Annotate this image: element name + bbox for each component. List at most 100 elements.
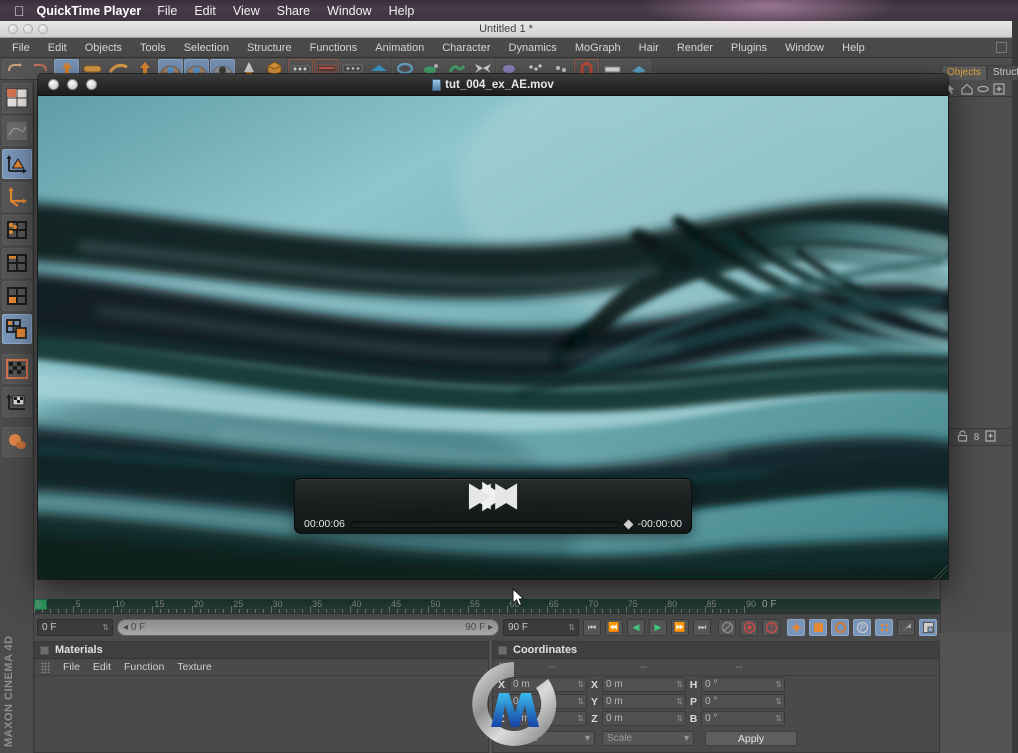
tool-icon-point-mode[interactable]	[1, 215, 32, 245]
materials-menu-texture[interactable]: Texture	[177, 661, 211, 673]
timeline-ruler[interactable]: 0 5 10 15 20 25 30 35 40 45 50 55 60 65 70 75 80 85 90 0 F	[34, 599, 940, 614]
go-to-start-icon[interactable]: ⏮	[583, 619, 601, 636]
materials-list-area[interactable]	[35, 676, 488, 753]
add-box-icon[interactable]	[993, 82, 1005, 95]
lock-icon[interactable]	[957, 429, 968, 445]
c4d-menu-functions[interactable]: Functions	[310, 42, 358, 54]
timeline-scrub-bar[interactable]: ◂ 0 F 90 F ▸	[117, 619, 499, 636]
c4d-menu-edit[interactable]: Edit	[48, 42, 67, 54]
c4d-menu-help[interactable]: Help	[842, 42, 865, 54]
mac-menu-edit[interactable]: Edit	[194, 4, 216, 18]
quicktime-title-bar[interactable]: tut_004_ex_AE.mov	[38, 74, 948, 96]
apple-icon[interactable]: 	[14, 4, 25, 18]
c4d-menu-structure[interactable]: Structure	[247, 42, 292, 54]
coord-system-dropdown[interactable]: World ▾	[507, 731, 595, 746]
ellipse-icon[interactable]	[977, 82, 989, 94]
tab-structure[interactable]: Structure	[986, 65, 1018, 80]
materials-menu-file[interactable]: File	[63, 661, 80, 673]
coord-label-pos-x: X	[497, 678, 505, 691]
c4d-title-bar[interactable]: Untitled 1 *	[0, 21, 1012, 38]
scale-mode-dropdown[interactable]: Scale ▾	[602, 731, 694, 746]
current-frame-value: 0 F	[42, 622, 57, 633]
timeline-tick	[523, 609, 525, 613]
tool-icon-texture-paint[interactable]	[1, 116, 32, 146]
tool-icon-viewport-solo[interactable]	[1, 427, 32, 457]
active-app-name[interactable]: QuickTime Player	[37, 4, 142, 18]
mac-menu-help[interactable]: Help	[389, 4, 415, 18]
timeline-end-frame-field[interactable]: 0 F	[762, 599, 776, 610]
stepper-icon-2[interactable]: ⇅	[568, 623, 575, 632]
apply-button[interactable]: Apply	[705, 731, 797, 746]
step-back-icon[interactable]: ⏪	[605, 619, 623, 636]
mac-menu-share[interactable]: Share	[277, 4, 310, 18]
c4d-menu-file[interactable]: File	[12, 42, 30, 54]
coord-input-rot-h[interactable]: 0 ° ⇅	[701, 677, 785, 692]
tool-icon-texture-axis[interactable]	[1, 387, 32, 417]
c4d-menu-window[interactable]: Window	[785, 42, 824, 54]
current-frame-field[interactable]: 0 F ⇅	[37, 619, 113, 636]
play-back-icon[interactable]: ◀	[627, 619, 645, 636]
c4d-menu-tools[interactable]: Tools	[140, 42, 166, 54]
position-key-icon[interactable]	[787, 619, 805, 636]
coord-input-size-x[interactable]: 0 m ⇅	[602, 677, 686, 692]
drag-grip-icon-2[interactable]	[499, 661, 508, 673]
coord-input-pos-x[interactable]: 0 m ⇅	[509, 677, 587, 692]
tool-icon-layout-grid[interactable]	[1, 83, 32, 113]
window-resize-handle[interactable]	[934, 565, 948, 579]
timeline-tick	[357, 609, 359, 613]
play-forward-icon[interactable]: ▶	[649, 619, 667, 636]
tool-icon-rotate-axis[interactable]	[1, 182, 32, 212]
playback-progress-bar[interactable]	[350, 520, 619, 528]
c4d-menu-objects[interactable]: Objects	[85, 42, 122, 54]
home-icon[interactable]	[961, 82, 973, 95]
coord-input-rot-b[interactable]: 0 ° ⇅	[701, 711, 785, 726]
panel-collapse-icon[interactable]	[40, 645, 49, 655]
c4d-menu-character[interactable]: Character	[442, 42, 490, 54]
stepper-icon[interactable]: ⇅	[102, 623, 109, 632]
toolbar-icon-undo[interactable]	[2, 58, 27, 79]
parameter-key-icon[interactable]: P	[853, 619, 871, 636]
tool-icon-object-axis[interactable]	[1, 314, 32, 344]
c4d-menu-animation[interactable]: Animation	[375, 42, 424, 54]
timeline-tick	[325, 609, 327, 613]
c4d-timeline: 0 5 10 15 20 25 30 35 40 45 50 55 60 65 70 75 80 85 90 0 F …	[34, 599, 940, 641]
point-key-icon[interactable]	[875, 619, 893, 636]
coord-input-size-z[interactable]: 0 m ⇅	[602, 711, 686, 726]
c4d-menu-selection[interactable]: Selection	[184, 42, 229, 54]
c4d-menu-render[interactable]: Render	[677, 42, 713, 54]
coord-input-pos-z[interactable]: 0 m ⇅	[509, 711, 587, 726]
go-to-end-icon[interactable]: ⏭	[693, 619, 711, 636]
record-selected-icon[interactable]: ?	[762, 619, 780, 636]
c4d-menu-plugins[interactable]: Plugins	[731, 42, 767, 54]
coord-input-pos-y[interactable]: 0 m ⇅	[509, 694, 587, 709]
tool-icon-edge-mode[interactable]	[1, 248, 32, 278]
record-icon[interactable]	[740, 619, 758, 636]
c4d-menu-hair[interactable]: Hair	[639, 42, 659, 54]
max-frame-field[interactable]: 90 F ⇅	[503, 619, 579, 636]
materials-menu-edit[interactable]: Edit	[93, 661, 111, 673]
scale-key-icon[interactable]	[809, 619, 827, 636]
drag-grip-icon[interactable]	[41, 661, 50, 673]
keyframe-select-icon[interactable]	[919, 619, 937, 636]
coordinates-row-z: Z 0 m ⇅ Z 0 m ⇅ B 0 ° ⇅	[493, 710, 939, 727]
coord-input-size-y[interactable]: 0 m ⇅	[602, 694, 686, 709]
coord-input-rot-p[interactable]: 0 ° ⇅	[701, 694, 785, 709]
c4d-menu-dynamics[interactable]: Dynamics	[509, 42, 557, 54]
rotation-key-icon[interactable]	[831, 619, 849, 636]
tool-icon-move-axis[interactable]	[1, 149, 32, 179]
mac-menu-view[interactable]: View	[233, 4, 260, 18]
tool-icon-texture-mode[interactable]	[1, 354, 32, 384]
video-content-area[interactable]: 00:00:06 -00:00:00	[38, 96, 948, 579]
coord-label-size-y: Y	[590, 695, 598, 708]
mac-menu-file[interactable]: File	[157, 4, 177, 18]
c4d-menu-mograph[interactable]: MoGraph	[575, 42, 621, 54]
mac-menu-window[interactable]: Window	[327, 4, 371, 18]
step-forward-icon[interactable]: ⏩	[671, 619, 689, 636]
panel-collapse-icon-2[interactable]	[498, 645, 507, 655]
tool-icon-polygon-mode[interactable]	[1, 281, 32, 311]
autokey-icon[interactable]	[718, 619, 736, 636]
materials-menu-function[interactable]: Function	[124, 661, 164, 673]
layout-switch-icon[interactable]	[996, 42, 1007, 53]
pla-key-icon[interactable]	[897, 619, 915, 636]
layer-icon[interactable]	[985, 429, 996, 445]
